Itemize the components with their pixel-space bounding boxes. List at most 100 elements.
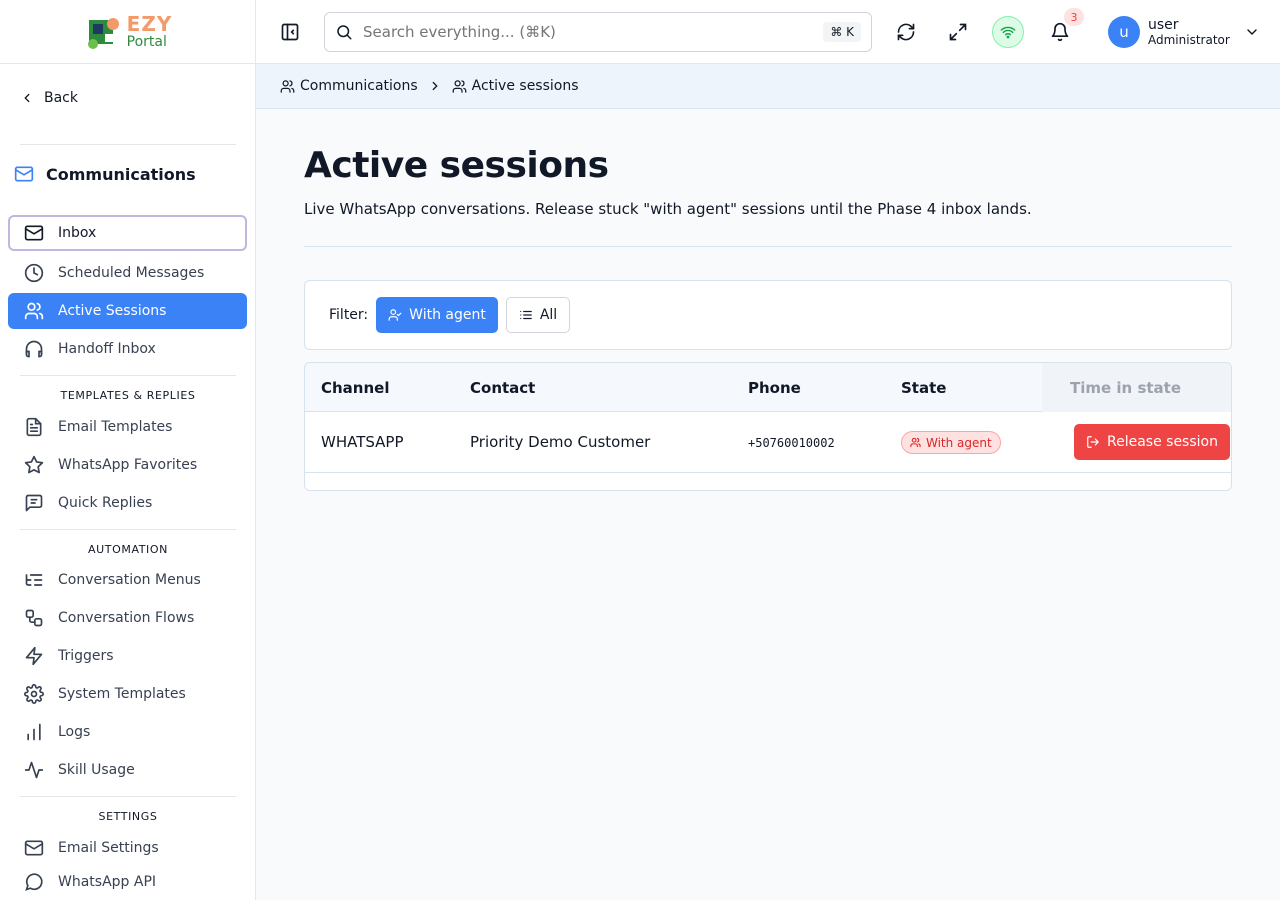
search-icon — [337, 25, 352, 40]
sidebar-item-label: System Templates — [58, 686, 186, 702]
user-name: user — [1148, 16, 1179, 33]
search-input[interactable] — [363, 23, 814, 41]
refresh-button[interactable] — [890, 16, 922, 48]
group-label-automation: AUTOMATION — [88, 543, 168, 556]
sidebar-item-triggers[interactable]: Triggers — [8, 638, 247, 674]
sidebar-toggle-button[interactable] — [274, 16, 306, 48]
filter-all-button[interactable]: All — [505, 297, 571, 333]
panel-left-icon — [281, 23, 299, 41]
sidebar-item-whatsapp-favorites[interactable]: WhatsApp Favorites — [8, 447, 247, 483]
filter-with-agent-button[interactable]: With agent — [376, 297, 498, 333]
log-out-icon — [1087, 436, 1099, 448]
sidebar-item-label: Quick Replies — [58, 495, 153, 511]
group-label-settings: SETTINGS — [98, 810, 158, 823]
release-session-button[interactable]: Release session — [1074, 424, 1230, 460]
logo-area: EZY Portal — [0, 0, 255, 64]
topbar: ⌘ K 3 u user Administrator — [256, 0, 1280, 64]
bell-icon — [1051, 22, 1069, 42]
sidebar-item-whatsapp-api[interactable]: WhatsApp API — [8, 864, 247, 900]
cell-contact: Priority Demo Customer — [470, 433, 651, 451]
breadcrumb-label: Active sessions — [471, 78, 579, 94]
chevron-right-icon — [432, 81, 438, 91]
refresh-icon — [897, 23, 915, 41]
user-menu[interactable]: u user Administrator — [1108, 16, 1260, 48]
sidebar-item-label: Skill Usage — [58, 762, 135, 778]
breadcrumb-item-active-sessions: Active sessions — [452, 78, 579, 94]
bar-chart-icon — [27, 723, 41, 741]
sidebar-item-label: Scheduled Messages — [58, 265, 205, 281]
sidebar-item-conversation-menus[interactable]: Conversation Menus — [8, 562, 247, 598]
status-badge-label: With agent — [926, 435, 992, 450]
sidebar-item-handoff-inbox[interactable]: Handoff Inbox — [8, 331, 247, 367]
users-icon — [452, 79, 467, 93]
sidebar-item-active-sessions[interactable]: Active Sessions — [8, 293, 247, 329]
column-header-time-in-state: Time in state — [1070, 379, 1182, 397]
chevron-down-icon — [1247, 29, 1257, 36]
headphones-icon — [25, 340, 43, 358]
filter-all-label: All — [539, 307, 558, 323]
filter-label: Filter: — [329, 307, 369, 323]
whatsapp-icon — [25, 873, 43, 891]
back-button[interactable]: Back — [20, 90, 78, 106]
sidebar-item-inbox[interactable]: Inbox — [8, 215, 247, 251]
page-title: Active sessions — [304, 145, 609, 186]
activity-icon — [24, 761, 44, 779]
mail-icon — [14, 166, 34, 182]
logo-subtitle: Portal — [126, 34, 167, 50]
workflow-icon — [25, 609, 43, 627]
filter-bar: Filter: With agent All — [304, 280, 1232, 350]
maximize-icon — [949, 23, 967, 41]
sidebar-item-logs[interactable]: Logs — [8, 714, 247, 750]
sidebar-item-system-templates[interactable]: System Templates — [8, 676, 247, 712]
table-row: WHATSAPP Priority Demo Customer +5076001… — [305, 412, 1231, 473]
star-icon — [24, 455, 44, 474]
sidebar-item-label: WhatsApp Favorites — [58, 457, 198, 473]
table-header: Channel Contact Phone State Time in stat… — [305, 363, 1231, 412]
sidebar-item-scheduled-messages[interactable]: Scheduled Messages — [8, 255, 247, 291]
divider — [20, 375, 236, 376]
column-header-channel: Channel — [321, 379, 390, 397]
list-icon — [520, 310, 532, 320]
sidebar-item-label: Email Templates — [58, 419, 173, 435]
sidebar-item-label: Inbox — [58, 225, 97, 241]
list-tree-icon — [25, 574, 43, 586]
sidebar-item-label: Email Settings — [58, 840, 159, 856]
status-badge: With agent — [901, 431, 1001, 454]
sidebar-item-label: Conversation Menus — [58, 572, 201, 588]
sidebar-item-label: WhatsApp API — [58, 874, 157, 890]
connection-status[interactable] — [992, 16, 1024, 48]
chevron-left-icon — [24, 93, 30, 103]
search-shortcut: ⌘ K — [823, 22, 861, 42]
sidebar-item-email-templates[interactable]: Email Templates — [8, 409, 247, 445]
fullscreen-button[interactable] — [942, 16, 974, 48]
sidebar-item-conversation-flows[interactable]: Conversation Flows — [8, 600, 247, 636]
breadcrumb-item-communications[interactable]: Communications — [280, 78, 418, 94]
column-header-state: State — [901, 379, 947, 397]
wifi-icon — [1000, 26, 1016, 39]
release-session-label: Release session — [1107, 434, 1218, 450]
search-bar[interactable]: ⌘ K — [324, 12, 872, 52]
mail-icon — [24, 225, 44, 241]
back-label: Back — [44, 90, 78, 106]
sidebar-item-email-settings[interactable]: Email Settings — [8, 830, 247, 866]
sidebar-item-quick-replies[interactable]: Quick Replies — [8, 485, 247, 521]
puzzle-logo-icon — [87, 17, 119, 49]
page-description: Live WhatsApp conversations. Release stu… — [304, 200, 1032, 218]
sidebar-item-label: Active Sessions — [58, 303, 167, 319]
breadcrumb-label: Communications — [300, 78, 418, 94]
sidebar-item-label: Conversation Flows — [58, 610, 195, 626]
sidebar-item-skill-usage[interactable]: Skill Usage — [8, 752, 247, 788]
section-title: Communications — [46, 164, 196, 184]
sidebar-item-label: Logs — [58, 724, 91, 740]
logo-title: EZY — [126, 12, 173, 36]
users-icon — [280, 79, 295, 93]
file-text-icon — [26, 417, 42, 437]
mail-icon — [24, 840, 44, 856]
sessions-table: Channel Contact Phone State Time in stat… — [304, 362, 1232, 491]
cell-channel: WHATSAPP — [321, 433, 404, 451]
gear-icon — [24, 684, 44, 704]
message-square-icon — [25, 494, 43, 512]
sidebar-item-label: Triggers — [58, 648, 114, 664]
avatar: u — [1108, 16, 1140, 48]
logo[interactable]: EZY Portal — [83, 12, 173, 52]
